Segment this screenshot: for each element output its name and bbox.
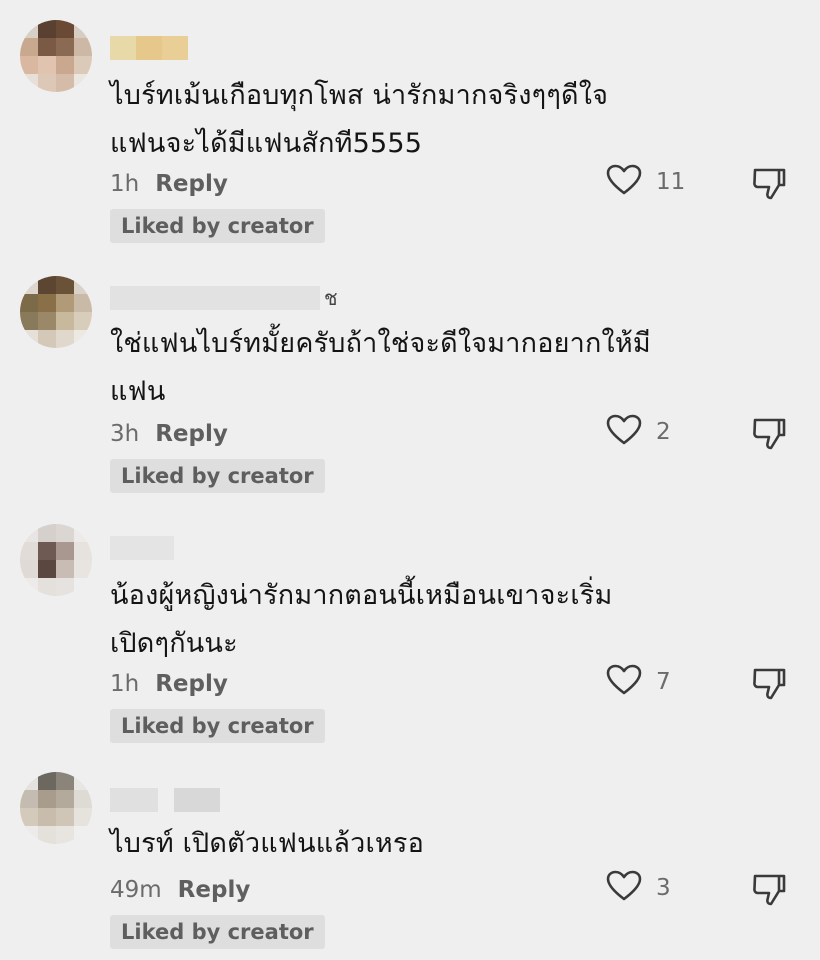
dislike-button[interactable] [750,164,788,202]
comment-text: ไบร์ทเม้นเกือบทุกโพส น่ารักมากจริงๆๆดีใจ… [110,80,609,159]
reply-button[interactable]: Reply [155,171,228,197]
username-visible-part: ช [324,286,338,310]
comment-meta: 3h Reply [110,418,228,450]
comment-text: ใช่แฟนไบร์ทมั้ยครับถ้าใช่จะดีใจมากอยากให… [110,328,651,407]
avatar[interactable] [20,772,92,844]
reply-button[interactable]: Reply [155,671,228,697]
like-count: 11 [656,169,686,195]
like-button[interactable]: 11 [606,164,685,200]
comment-time: 1h [110,671,140,697]
comment-item: ไบรท์ เปิดตัวแฟนแล้วเหรอ 49m Reply 3 Lik… [0,750,820,960]
comment-text: น้องผู้หญิงน่ารักมากตอนนี้เหมือนเขาจะเริ… [110,580,613,659]
heart-outline-icon [606,164,642,200]
reply-button[interactable]: Reply [155,421,228,447]
heart-outline-icon [606,414,642,450]
avatar[interactable] [20,524,92,596]
dislike-button[interactable] [750,870,788,908]
username[interactable]: ช [110,284,338,312]
reply-button[interactable]: Reply [178,877,251,903]
comment-item: ช ใช่แฟนไบร์ทมั้ยครับถ้าใช่จะดีใจมากอยาก… [0,250,820,500]
liked-by-creator-badge: Liked by creator [110,459,325,493]
comment-time: 3h [110,421,140,447]
comment-time: 1h [110,171,140,197]
thumbs-down-outline-icon [750,168,788,206]
comment-meta: 1h Reply [110,668,228,700]
heart-outline-icon [606,664,642,700]
comment-text: ไบรท์ เปิดตัวแฟนแล้วเหรอ [110,828,425,859]
username[interactable] [110,534,174,562]
comment-item: น้องผู้หญิงน่ารักมากตอนนี้เหมือนเขาจะเริ… [0,500,820,750]
dislike-button[interactable] [750,414,788,452]
comment-list: ไบร์ทเม้นเกือบทุกโพส น่ารักมากจริงๆๆดีใจ… [0,0,820,960]
liked-by-creator-badge: Liked by creator [110,709,325,743]
heart-outline-icon [606,870,642,906]
thumbs-down-outline-icon [750,418,788,456]
dislike-button[interactable] [750,664,788,702]
like-button[interactable]: 3 [606,870,671,906]
username[interactable] [110,786,220,814]
like-count: 7 [656,669,671,695]
thumbs-down-outline-icon [750,668,788,706]
avatar[interactable] [20,276,92,348]
like-button[interactable]: 2 [606,414,671,450]
thumbs-down-outline-icon [750,874,788,912]
username[interactable] [110,34,188,62]
comment-meta: 49m Reply [110,874,250,906]
liked-by-creator-badge: Liked by creator [110,209,325,243]
liked-by-creator-badge: Liked by creator [110,915,325,949]
like-count: 3 [656,875,671,901]
comment-item: ไบร์ทเม้นเกือบทุกโพส น่ารักมากจริงๆๆดีใจ… [0,0,820,250]
like-button[interactable]: 7 [606,664,671,700]
avatar[interactable] [20,20,92,92]
like-count: 2 [656,419,671,445]
comment-meta: 1h Reply [110,168,228,200]
comment-time: 49m [110,877,162,903]
